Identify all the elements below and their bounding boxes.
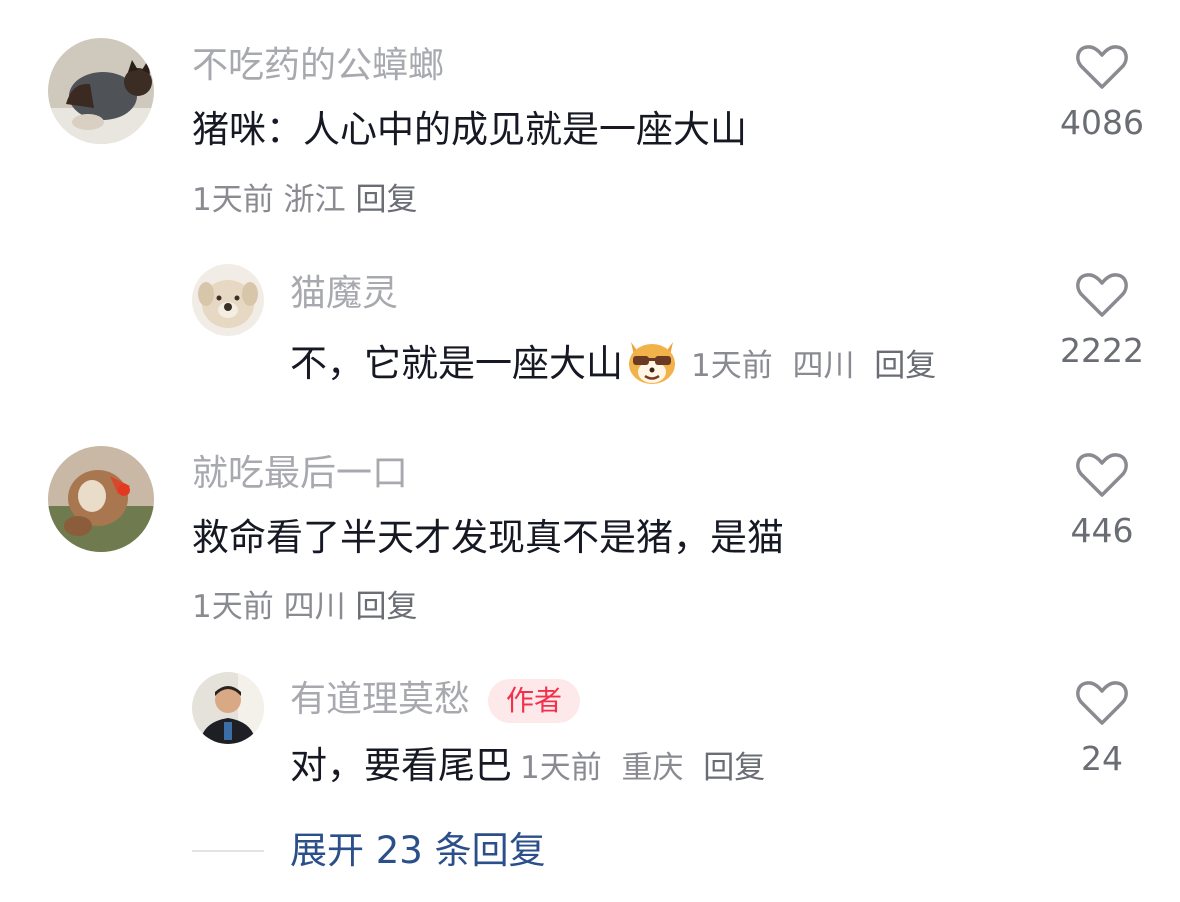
plush-dog-avatar-icon (192, 264, 264, 336)
comment-text: 救命看了半天才发现真不是猪，是猫 (192, 516, 784, 559)
comment-meta: 1天前 四川 回复 (192, 587, 417, 627)
username[interactable]: 就吃最后一口 (192, 452, 408, 496)
comment-meta: 1天前 浙江 回复 (192, 180, 417, 220)
comment-location: 四川 (792, 348, 855, 384)
comment-text: 不，它就是一座大山 (290, 342, 623, 385)
person-avatar-icon (192, 672, 264, 744)
comment-location: 四川 (283, 589, 346, 625)
like-count: 446 (1070, 511, 1134, 550)
reply-button[interactable]: 回复 (874, 348, 936, 384)
like-button[interactable]: 2222 (1042, 272, 1162, 370)
comment-location: 重庆 (621, 750, 684, 786)
heart-icon[interactable] (1076, 452, 1128, 498)
reply-button[interactable]: 回复 (355, 589, 417, 625)
username[interactable]: 有道理莫愁 (290, 679, 470, 720)
comment-location: 浙江 (283, 182, 346, 218)
username-row: 有道理莫愁 作者 (290, 678, 581, 723)
comment-text: 对，要看尾巴 (290, 744, 512, 787)
reply-button[interactable]: 回复 (703, 750, 765, 786)
heart-icon[interactable] (1076, 272, 1128, 318)
username[interactable]: 不吃药的公蟑螂 (192, 44, 444, 88)
monkey-avatar-icon (48, 446, 154, 552)
comment-time: 1天前 (192, 182, 274, 218)
shiba-dog-sunglasses-emoji-icon (625, 334, 679, 397)
comment-time: 1天前 (192, 589, 274, 625)
comment-time: 1天前 (691, 348, 773, 384)
author-badge: 作者 (488, 679, 581, 723)
like-button[interactable]: 24 (1042, 680, 1162, 778)
like-button[interactable]: 446 (1042, 452, 1162, 550)
siamese-cat-avatar-icon (48, 38, 154, 144)
avatar[interactable] (48, 38, 154, 144)
heart-icon[interactable] (1076, 44, 1128, 90)
like-count: 4086 (1060, 103, 1144, 142)
comment-time: 1天前 (520, 750, 602, 786)
heart-icon[interactable] (1076, 680, 1128, 726)
reply-button[interactable]: 回复 (355, 182, 417, 218)
expand-replies-button[interactable]: 展开 23 条回复 (290, 826, 546, 876)
avatar[interactable] (48, 446, 154, 552)
avatar[interactable] (192, 264, 264, 336)
comment-text-line: 不，它就是一座大山 1天前 四川 回复 (290, 334, 936, 397)
comment-text-line: 对，要看尾巴 1天前 重庆 回复 (290, 743, 765, 791)
like-count: 2222 (1060, 331, 1144, 370)
like-button[interactable]: 4086 (1042, 44, 1162, 142)
like-count: 24 (1081, 739, 1123, 778)
comment-text: 猪咪：人心中的成见就是一座大山 (192, 108, 747, 151)
username[interactable]: 猫魔灵 (290, 272, 398, 316)
avatar[interactable] (192, 672, 264, 744)
divider-line (192, 850, 264, 852)
